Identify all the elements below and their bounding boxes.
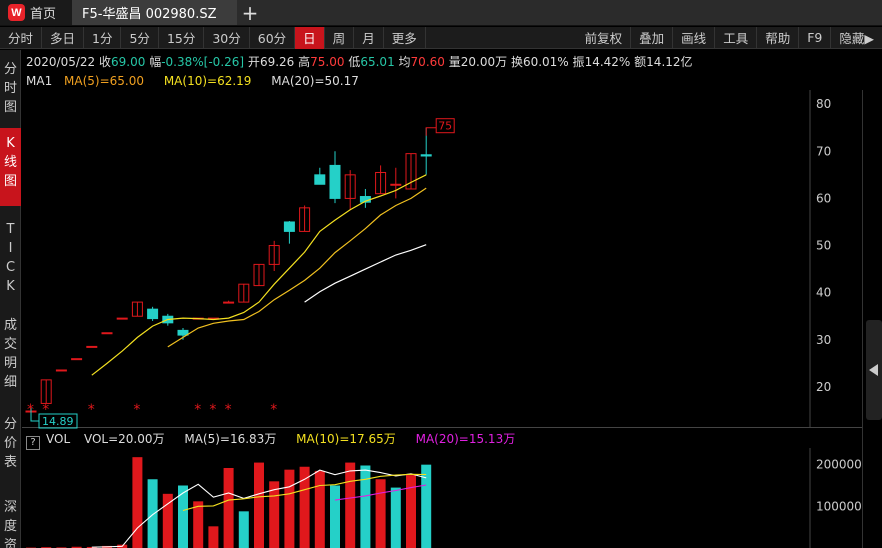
candle-body — [420, 154, 432, 157]
signal-star-icon: * — [225, 402, 232, 418]
volume-bar — [193, 501, 204, 548]
price-tick-label: 40 — [816, 286, 831, 300]
volume-bar — [360, 465, 371, 548]
signal-star-icon: * — [270, 402, 277, 418]
volume-bar — [406, 475, 416, 548]
volume-bar — [284, 469, 295, 548]
volume-tick-label: 100000 — [816, 499, 862, 513]
kline-chart[interactable]: 203040506070807514.89* * * * * * * *10000020000… — [0, 0, 882, 548]
volume-bar — [375, 479, 386, 548]
candle-body — [116, 317, 128, 320]
candle-body — [177, 329, 189, 336]
candle-body — [71, 358, 83, 361]
signal-star-icon: * — [133, 402, 140, 418]
volume-bar — [254, 462, 264, 548]
volume-bar — [238, 511, 249, 548]
volume-bar — [132, 457, 143, 548]
volume-tick-label: 200000 — [816, 458, 862, 472]
price-tick-label: 80 — [816, 97, 831, 111]
price-tick-label: 20 — [816, 380, 831, 394]
ma20-line — [304, 244, 427, 303]
volume-bar — [314, 470, 325, 548]
ma10-line — [167, 187, 427, 348]
signal-star-icon: * — [27, 402, 34, 418]
candle-body — [314, 174, 326, 185]
high-marker-leader — [425, 127, 437, 136]
volume-bar — [269, 481, 280, 548]
candle-body — [55, 369, 67, 372]
price-tick-label: 70 — [816, 144, 831, 158]
high-marker-label: 75 — [438, 120, 452, 133]
candle-body — [101, 332, 113, 335]
signal-star-icon: * — [88, 402, 95, 418]
candle-body — [390, 183, 402, 186]
signal-star-icon: * — [209, 402, 216, 418]
candle-body — [86, 345, 98, 348]
price-tick-label: 30 — [816, 333, 831, 347]
price-tick-label: 60 — [816, 191, 831, 205]
volume-bar — [147, 479, 158, 548]
price-tick-label: 50 — [816, 239, 831, 253]
volume-bar — [330, 485, 340, 548]
volume-bar — [345, 462, 356, 548]
volume-bar — [223, 468, 234, 548]
candle-body — [329, 164, 341, 199]
volume-bar — [208, 526, 219, 548]
signal-star-icon: * — [42, 402, 49, 418]
signal-star-icon: * — [194, 402, 201, 418]
candle-body — [283, 221, 295, 232]
candle-body — [223, 301, 235, 304]
volume-bar — [390, 487, 401, 548]
candle-body — [147, 308, 159, 320]
